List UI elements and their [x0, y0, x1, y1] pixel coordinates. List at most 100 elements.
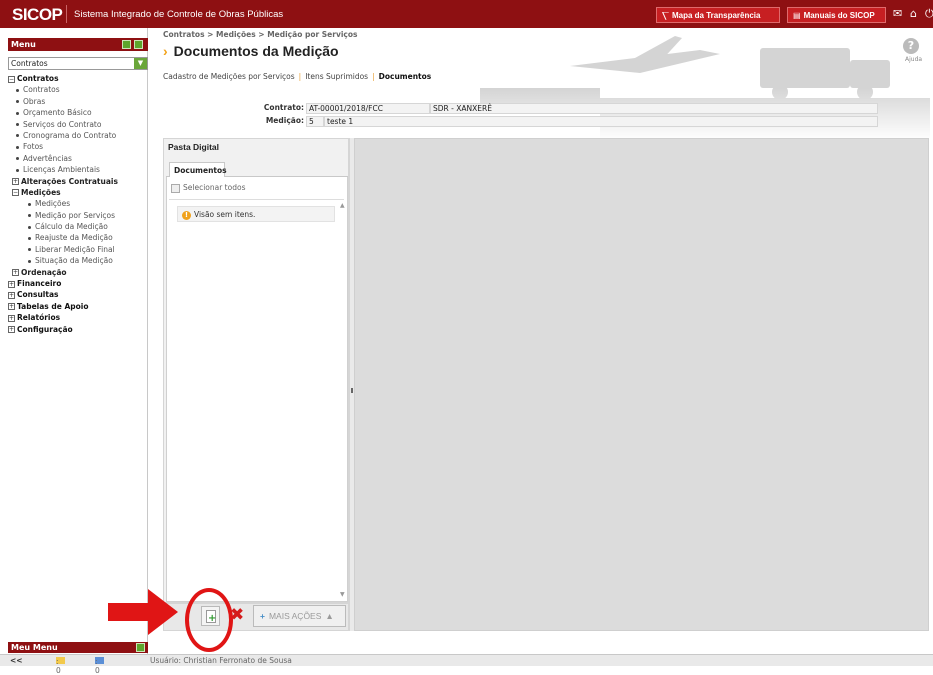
collapse-icon[interactable]: − [8, 75, 15, 83]
digital-folder-title: Pasta Digital [168, 142, 220, 152]
expand-icon[interactable]: + [12, 178, 19, 186]
menu-item-obras[interactable]: Obras [8, 96, 148, 107]
menu-item-medicoes-group[interactable]: − Medições [8, 187, 148, 198]
expand-icon[interactable]: + [12, 269, 19, 277]
measurement-number: 5 [306, 116, 324, 127]
tab-documentos[interactable]: Documentos [169, 162, 227, 178]
menu-item-situacao[interactable]: Situação da Medição [8, 255, 148, 266]
menu-item-servicos[interactable]: Serviços do Contrato [8, 119, 148, 130]
measurement-description: teste 1 [324, 116, 878, 127]
document-preview-area [354, 138, 929, 631]
chevron-down-icon[interactable]: ▼ [134, 58, 147, 69]
expand-icon[interactable]: + [8, 291, 15, 299]
my-menu-edit-icon[interactable] [136, 643, 145, 652]
digital-folder-panel: Pasta Digital Documentos Selecionar todo… [163, 138, 349, 603]
bullet-icon [16, 88, 19, 92]
menu-item-contratos-list[interactable]: Contratos [8, 84, 148, 95]
menu-item-tabelas[interactable]: + Tabelas de Apoio [8, 301, 148, 312]
menu-item-advertencias[interactable]: Advertências [8, 153, 148, 164]
subnav-separator: | [372, 72, 375, 81]
scroll-up-icon[interactable]: ▲ [340, 202, 345, 209]
menu-item-medicoes[interactable]: Medições [8, 198, 148, 209]
measurement-label: Medição: [265, 116, 304, 125]
expand-icon[interactable]: + [8, 280, 15, 288]
book-icon: ▤ [793, 11, 801, 20]
scroll-down-icon[interactable]: ▼ [340, 591, 345, 598]
menu-item-ordenacao[interactable]: + Ordenação [8, 267, 148, 278]
bullet-icon [16, 111, 19, 115]
menu-item-contratos[interactable]: − Contratos [8, 73, 148, 84]
chevron-right-icon: › [163, 43, 168, 59]
empty-view-message: ! Visão sem itens. [177, 206, 335, 222]
contract-label: Contrato: [263, 103, 304, 112]
sicop-logo[interactable]: SICOP [12, 5, 63, 25]
highlight-arrow [108, 589, 178, 635]
subnav-separator: | [298, 72, 302, 81]
chevron-up-icon: ▲ [325, 611, 334, 621]
module-select[interactable]: Contratos ▼ [8, 57, 148, 70]
splitter-handle[interactable] [351, 388, 353, 393]
subnav-itens-link[interactable]: Itens Suprimidos [305, 72, 368, 81]
menu-tree: − Contratos Contratos Obras Orçamento Bás… [8, 73, 148, 335]
logo-divider [66, 5, 67, 23]
menu-item-financeiro[interactable]: + Financeiro [8, 278, 148, 289]
menu-item-consultas[interactable]: + Consultas [8, 289, 148, 300]
menu-item-licencas[interactable]: Licenças Ambientais [8, 164, 148, 175]
documents-list[interactable]: ! Visão sem itens. ▲ ▼ [169, 199, 345, 599]
bullet-icon [16, 157, 19, 161]
menu-item-fotos[interactable]: Fotos [8, 141, 148, 152]
transparency-map-button[interactable]: ⎲ Mapa da Transparência [656, 7, 780, 23]
status-bar: << : 0 : 0 Usuário: Christian Ferronato … [0, 654, 933, 675]
breadcrumb[interactable]: Contratos > Medições > Medição por Servi… [163, 30, 358, 39]
bullet-icon [16, 100, 19, 104]
expand-icon[interactable]: + [8, 303, 15, 311]
menu-config-icon[interactable] [134, 40, 143, 49]
sicop-manuals-button[interactable]: ▤ Manuais do SICOP [787, 7, 886, 23]
collapse-menu-button[interactable]: << [10, 656, 23, 665]
contract-row: Contrato: AT-00001/2018/FCC SDR - XANXER… [260, 103, 880, 114]
more-actions-button[interactable]: + MAIS AÇÕES ▲ [253, 605, 346, 627]
bullet-icon [16, 168, 19, 172]
subnav-documentos-link[interactable]: Documentos [379, 72, 432, 81]
menu-item-cronograma[interactable]: Cronograma do Contrato [8, 130, 148, 141]
bullet-icon [28, 248, 31, 252]
power-icon[interactable]: ⏻ [925, 7, 933, 21]
help-label[interactable]: Ajuda [905, 56, 922, 63]
expand-icon[interactable]: + [8, 326, 15, 334]
menu-item-orcamento[interactable]: Orçamento Básico [8, 107, 148, 118]
home-icon[interactable]: ⌂ [910, 7, 917, 20]
menu-item-reajuste[interactable]: Reajuste da Medição [8, 232, 148, 243]
list-scrollbar[interactable]: ▲ ▼ [340, 200, 348, 600]
expand-icon[interactable]: + [8, 314, 15, 322]
menu-item-configuracao[interactable]: + Configuração [8, 324, 148, 335]
my-menu-header: Meu Menu [8, 642, 148, 653]
top-bar: SICOP Sistema Integrado de Controle de O… [0, 0, 933, 28]
select-all-button[interactable]: Selecionar todos [171, 183, 245, 193]
menu-item-medicao-servicos[interactable]: Medição por Serviços [8, 210, 148, 221]
subnav-cadastro-link[interactable]: Cadastro de Medições por Serviços [163, 72, 295, 81]
contract-sdr: SDR - XANXERÊ [430, 103, 878, 114]
sub-navigation: Cadastro de Medições por Serviços | Itens … [163, 72, 431, 81]
system-title: Sistema Integrado de Controle de Obras P… [74, 9, 284, 20]
menu-pin-icon[interactable] [122, 40, 131, 49]
bullet-icon [28, 202, 31, 206]
menu-item-relatorios[interactable]: + Relatórios [8, 312, 148, 323]
menu-header: Menu [8, 38, 148, 51]
bullet-icon [28, 225, 31, 229]
folder-tab-bar: Documentos [166, 159, 348, 178]
mail-icon[interactable]: ✉ [893, 7, 902, 20]
bullet-icon [28, 214, 31, 218]
menu-item-liberar[interactable]: Liberar Medição Final [8, 244, 148, 255]
plus-icon: + [260, 611, 265, 621]
help-icon[interactable]: ? [903, 38, 919, 54]
bullet-icon [16, 145, 19, 149]
select-all-icon [171, 183, 180, 193]
collapse-icon[interactable]: − [12, 189, 19, 197]
highlight-circle [185, 588, 233, 652]
bullet-icon [28, 236, 31, 240]
menu-item-alteracoes[interactable]: + Alterações Contratuais [8, 176, 148, 187]
documents-tab-content: Selecionar todos ! Visão sem itens. ▲ ▼ [166, 177, 348, 602]
menu-item-calculo[interactable]: Cálculo da Medição [8, 221, 148, 232]
page-title: › Documentos da Medição [163, 43, 339, 59]
bullet-icon [28, 259, 31, 263]
